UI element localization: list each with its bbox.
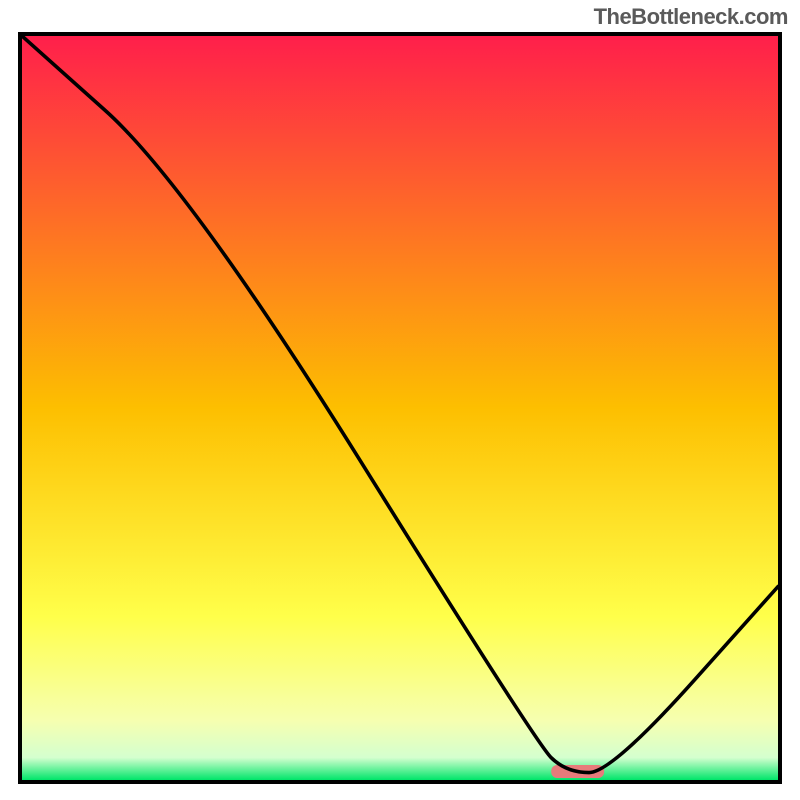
chart-frame — [18, 32, 782, 784]
chart-svg — [22, 36, 778, 780]
chart-background — [22, 36, 778, 780]
watermark-text: TheBottleneck.com — [594, 4, 788, 30]
